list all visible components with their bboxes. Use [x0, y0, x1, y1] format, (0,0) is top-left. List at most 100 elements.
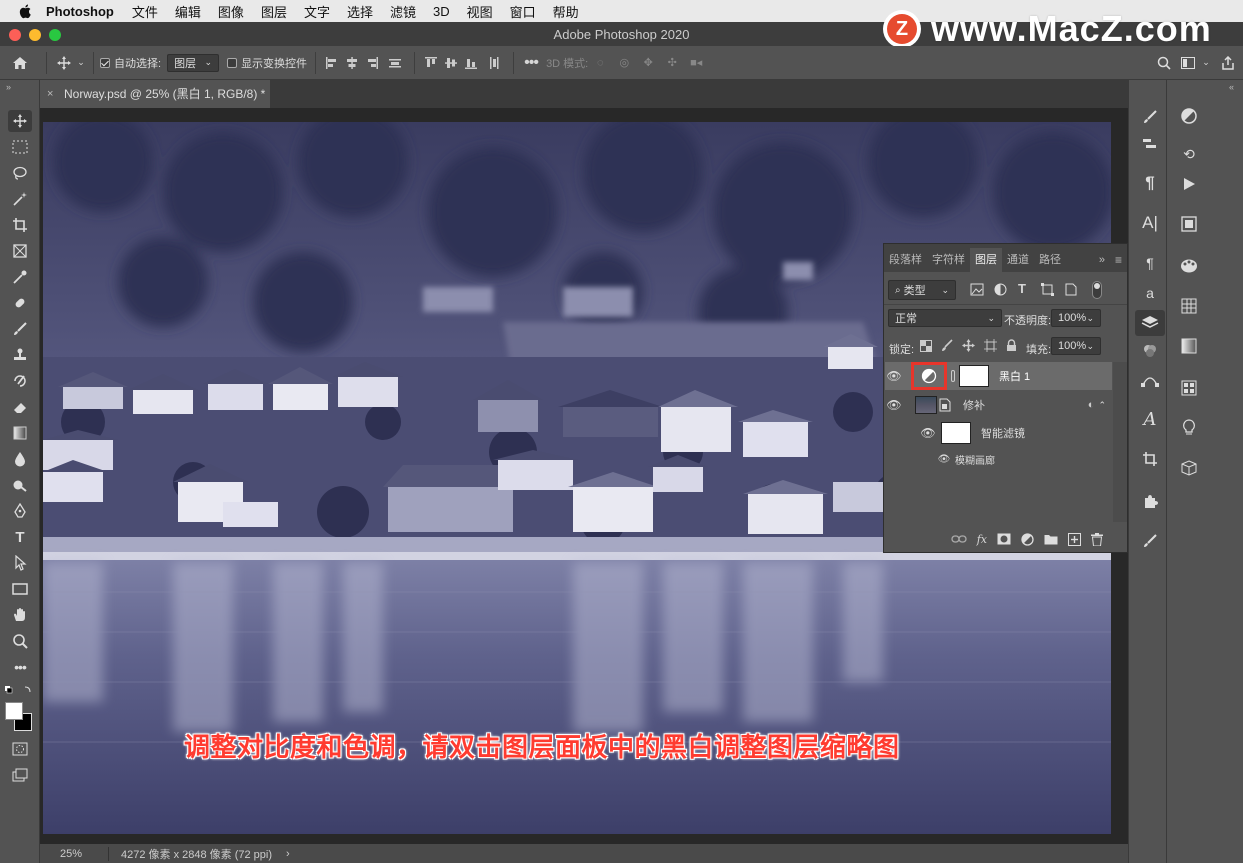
3d-roll-icon[interactable]: ◎: [612, 56, 636, 69]
tab-layers[interactable]: 图层: [970, 248, 1002, 272]
libraries-icon[interactable]: [1173, 454, 1205, 482]
align-center-icon[interactable]: [342, 56, 362, 70]
lock-artboard-icon[interactable]: [984, 339, 997, 352]
pen-tool-icon[interactable]: [8, 500, 32, 522]
align-bottom-icon[interactable]: [461, 56, 481, 70]
layers-panel-icon[interactable]: [1135, 310, 1165, 336]
delete-layer-trash-icon[interactable]: [1091, 532, 1103, 546]
zoom-tool-icon[interactable]: [8, 630, 32, 652]
crop-panel-icon[interactable]: [1135, 446, 1165, 472]
home-icon[interactable]: [0, 55, 40, 71]
lock-transparent-pixels-icon[interactable]: [920, 340, 932, 352]
distribute-icon[interactable]: [382, 56, 408, 70]
3d-slide-icon[interactable]: ✣: [660, 56, 684, 69]
gradients-icon[interactable]: [1173, 332, 1205, 360]
layer-mask-thumbnail[interactable]: [959, 365, 989, 387]
character-icon[interactable]: A|: [1135, 210, 1165, 236]
3d-scale-icon[interactable]: ■◂: [684, 56, 708, 69]
adjustment-layer-thumbnail[interactable]: [911, 362, 947, 390]
menu-layer[interactable]: 图层: [261, 2, 287, 21]
channels-icon[interactable]: [1135, 338, 1165, 364]
filter-kind-dropdown[interactable]: ⌕ 类型 ⌄: [888, 280, 956, 300]
distribute-vertical-icon[interactable]: [481, 56, 507, 70]
layer-name[interactable]: 修补: [963, 397, 985, 413]
layer-style-fx-icon[interactable]: fx: [977, 533, 987, 546]
screen-mode-icon[interactable]: [8, 764, 32, 786]
smart-filter-mask-thumbnail[interactable]: [941, 422, 971, 444]
tab-channels[interactable]: 通道: [1002, 248, 1034, 272]
link-layers-icon[interactable]: [951, 534, 967, 544]
menu-window[interactable]: 窗口: [510, 2, 536, 21]
apple-icon[interactable]: [18, 3, 34, 19]
path-selection-tool-icon[interactable]: [8, 552, 32, 574]
more-options-icon[interactable]: •••: [520, 54, 542, 72]
new-adjustment-layer-icon[interactable]: [1021, 532, 1034, 546]
expand-collapse-icon[interactable]: ⌃: [1098, 400, 1106, 411]
collapse-tools-icon[interactable]: »: [6, 82, 11, 92]
rectangle-tool-icon[interactable]: [8, 578, 32, 600]
lasso-tool-icon[interactable]: [8, 162, 32, 184]
blur-tool-icon[interactable]: [8, 448, 32, 470]
layer-visibility-eye-icon[interactable]: 👁: [885, 398, 903, 412]
foreground-color-swatch[interactable]: [5, 702, 23, 720]
magic-wand-tool-icon[interactable]: [8, 188, 32, 210]
color-swatches[interactable]: [5, 700, 35, 732]
filter-toggle-switch[interactable]: [1092, 281, 1102, 299]
gradient-tool-icon[interactable]: [8, 422, 32, 444]
fill-field[interactable]: 100% ⌄: [1051, 337, 1101, 355]
align-left-icon[interactable]: [322, 56, 342, 70]
menu-image[interactable]: 图像: [218, 2, 244, 21]
adjustments-icon[interactable]: [1173, 102, 1205, 130]
filter-shape-layers-icon[interactable]: [1041, 283, 1054, 296]
share-icon[interactable]: [1213, 55, 1243, 70]
document-tab[interactable]: × Norway.psd @ 25% (黑白 1, RGB/8) *: [40, 80, 270, 108]
minimize-window-button[interactable]: [29, 29, 41, 41]
status-menu-chevron-icon[interactable]: ›: [286, 848, 290, 860]
menu-edit[interactable]: 编辑: [175, 2, 201, 21]
move-tool-preset-icon[interactable]: [53, 55, 75, 71]
search-icon[interactable]: [1151, 56, 1177, 70]
panel-expand-icon[interactable]: »: [1094, 248, 1110, 272]
glyphs-icon[interactable]: A: [1135, 406, 1165, 432]
brush-tool-icon[interactable]: [8, 318, 32, 340]
eraser-tool-icon[interactable]: [8, 396, 32, 418]
layer-row-smart-object[interactable]: 👁 修补 ◐ ⌃: [885, 391, 1112, 419]
menu-file[interactable]: 文件: [132, 2, 158, 21]
brush-preset-icon[interactable]: [1135, 528, 1165, 554]
3d-orbit-icon[interactable]: ◌: [588, 57, 612, 69]
properties-icon[interactable]: [1173, 210, 1205, 238]
add-mask-icon[interactable]: [997, 533, 1011, 545]
workspace-icon[interactable]: [1177, 56, 1199, 69]
layers-scrollbar[interactable]: [1113, 362, 1127, 522]
workspace-chevron-icon[interactable]: ⌄: [1199, 57, 1213, 68]
crop-tool-icon[interactable]: [8, 214, 32, 236]
align-middle-icon[interactable]: [441, 56, 461, 70]
smart-filter-toggle-icon[interactable]: ◐: [1088, 399, 1095, 411]
layer-name[interactable]: 黑白 1: [999, 368, 1030, 384]
auto-select-checkbox[interactable]: [100, 57, 110, 68]
tab-character-styles[interactable]: 字符样: [927, 248, 970, 272]
history-brush-tool-icon[interactable]: [8, 370, 32, 392]
tab-paths[interactable]: 路径: [1034, 248, 1066, 272]
3d-pan-icon[interactable]: ✥: [636, 56, 660, 69]
type-tool-icon[interactable]: T: [8, 526, 32, 548]
puzzle-icon[interactable]: [1135, 488, 1165, 514]
paths-icon[interactable]: [1135, 366, 1165, 392]
menu-type[interactable]: 文字: [304, 2, 330, 21]
layer-visibility-eye-icon[interactable]: 👁: [885, 369, 903, 383]
menu-filter[interactable]: 滤镜: [390, 2, 416, 21]
frame-tool-icon[interactable]: [8, 240, 32, 262]
filter-pixel-layers-icon[interactable]: [970, 283, 984, 296]
align-right-icon[interactable]: [362, 56, 382, 70]
new-group-folder-icon[interactable]: [1044, 533, 1058, 545]
zoom-level[interactable]: 25%: [60, 848, 96, 860]
filter-type-layers-icon[interactable]: T: [1018, 281, 1026, 296]
lock-all-icon[interactable]: [1006, 339, 1017, 352]
panel-menu-icon[interactable]: ≡: [1110, 248, 1127, 272]
menu-3d[interactable]: 3D: [433, 4, 450, 19]
layer-row-smart-filters[interactable]: 👁 智能滤镜: [885, 420, 1112, 446]
filter-name[interactable]: 模糊画廊: [955, 452, 995, 467]
healing-brush-tool-icon[interactable]: [8, 292, 32, 314]
blend-mode-dropdown[interactable]: 正常 ⌄: [888, 309, 1002, 327]
color-icon[interactable]: [1173, 252, 1205, 280]
